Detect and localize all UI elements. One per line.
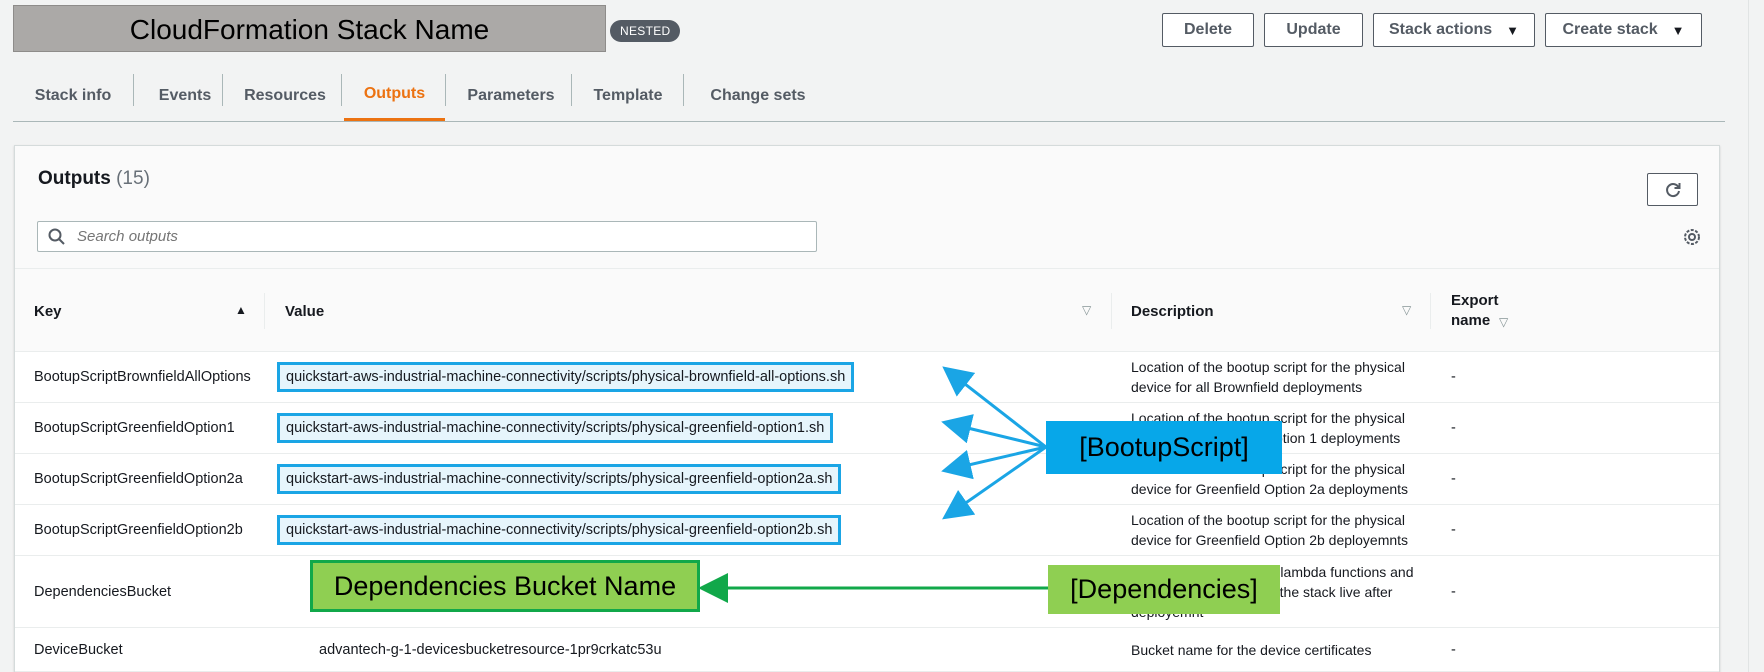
update-button-label: Update xyxy=(1286,21,1341,38)
refresh-button[interactable] xyxy=(1647,173,1698,206)
tab-resources[interactable]: Resources xyxy=(223,70,347,121)
caret-down-icon: ▼ xyxy=(1506,22,1520,38)
column-export-label-line2: name xyxy=(1451,312,1491,329)
tab-label: Resources xyxy=(244,86,326,104)
cell-value[interactable]: quickstart-aws-industrial-machine-connec… xyxy=(277,413,834,443)
table-row: BootupScriptGreenfieldOption1 quickstart… xyxy=(15,403,1719,454)
search-input[interactable] xyxy=(77,228,777,245)
cell-export-name: - xyxy=(1451,369,1456,385)
cell-value[interactable]: advantech-g-1-devicesbucketresource-1pr9… xyxy=(319,628,662,671)
tab-label: Events xyxy=(158,86,212,104)
table-row: DeviceBucket advantech-g-1-devicesbucket… xyxy=(15,628,1719,672)
tab-change-sets[interactable]: Change sets xyxy=(684,70,832,121)
cloudformation-outputs-page: CloudFormation Stack Name NESTED Delete … xyxy=(0,0,1764,672)
nested-badge: NESTED xyxy=(610,20,681,42)
cell-value[interactable]: quickstart-aws-industrial-machine-connec… xyxy=(277,464,842,494)
outputs-heading: Outputs (15) xyxy=(38,168,150,190)
cell-key: DependenciesBucket xyxy=(34,583,172,600)
description-line: device for all Brownfield deployments xyxy=(1131,379,1363,395)
table-row: DependenciesBucket S3 bucket where all t… xyxy=(15,556,1719,628)
cell-key: BootupScriptGreenfieldOption2b xyxy=(34,522,243,538)
description-line: Location of the bootup script for the ph… xyxy=(1131,512,1405,528)
column-header-key[interactable]: Key xyxy=(34,269,62,353)
sort-toggle-icon[interactable]: ▽ xyxy=(1082,303,1091,317)
outputs-title: Outputs xyxy=(38,168,111,189)
create-stack-dropdown[interactable]: Create stack ▼ xyxy=(1545,13,1702,47)
cell-value[interactable]: quickstart-aws-industrial-machine-connec… xyxy=(277,362,855,392)
sort-toggle-icon[interactable]: ▽ xyxy=(1499,315,1508,329)
bootupscript-callout: [BootupScript] xyxy=(1046,421,1282,474)
table-row: BootupScriptGreenfieldOption2b quickstar… xyxy=(15,505,1719,556)
table-row: BootupScriptBrownfieldAllOptions quickst… xyxy=(15,352,1719,403)
description-line: device for Greenfield Option 2a deployme… xyxy=(1131,481,1409,497)
column-divider xyxy=(1111,293,1112,329)
dependencies-callout: [Dependencies] xyxy=(1048,565,1280,614)
tab-label: Change sets xyxy=(710,86,806,104)
cell-export-name: - xyxy=(1451,641,1456,658)
cell-key: BootupScriptBrownfieldAllOptions xyxy=(34,369,251,385)
column-header-description[interactable]: Description xyxy=(1131,269,1214,353)
description-line: Location of the bootup script for the ph… xyxy=(1131,359,1405,375)
outputs-table-header: Key ▲ Value ▽ Description ▽ Export name … xyxy=(15,268,1719,352)
search-icon xyxy=(48,228,65,245)
create-stack-label: Create stack xyxy=(1562,21,1658,38)
delete-button[interactable]: Delete xyxy=(1162,13,1254,47)
cell-export-name: - xyxy=(1451,471,1456,487)
tab-stack-info[interactable]: Stack info xyxy=(13,70,133,121)
tab-label: Outputs xyxy=(363,85,426,102)
column-export-label-line1: Export xyxy=(1451,292,1499,309)
cell-description: Location of the bootup script for the ph… xyxy=(1131,352,1461,402)
dependencies-bucket-callout: Dependencies Bucket Name xyxy=(310,560,700,612)
search-outputs-field[interactable] xyxy=(37,221,817,252)
column-key-label: Key xyxy=(34,302,62,320)
gear-icon[interactable] xyxy=(1681,226,1703,248)
cell-export-name: - xyxy=(1451,583,1456,600)
update-button[interactable]: Update xyxy=(1264,13,1363,47)
tab-outputs[interactable]: Outputs xyxy=(344,70,445,121)
delete-button-label: Delete xyxy=(1183,21,1233,38)
stack-tabs: Stack info Events Resources Outputs Para… xyxy=(13,70,1725,122)
refresh-icon xyxy=(1665,182,1680,197)
cell-key: BootupScriptGreenfieldOption1 xyxy=(34,420,235,436)
cell-key: DeviceBucket xyxy=(34,641,123,658)
cell-value[interactable]: quickstart-aws-industrial-machine-connec… xyxy=(277,515,842,545)
column-header-value[interactable]: Value xyxy=(285,269,324,353)
cell-description: Bucket name for the device certificates xyxy=(1131,641,1372,658)
caret-down-icon: ▼ xyxy=(1671,22,1685,38)
tab-label: Stack info xyxy=(34,86,112,104)
tab-parameters[interactable]: Parameters xyxy=(446,70,576,121)
page-scrollbar[interactable] xyxy=(1748,0,1764,672)
tab-label: Parameters xyxy=(467,86,555,104)
column-description-label: Description xyxy=(1131,302,1214,320)
column-value-label: Value xyxy=(285,302,325,320)
sort-ascending-icon[interactable]: ▲ xyxy=(235,303,247,317)
stack-name-placeholder: CloudFormation Stack Name xyxy=(13,5,606,52)
tab-events[interactable]: Events xyxy=(134,70,236,121)
cell-key: BootupScriptGreenfieldOption2a xyxy=(34,471,243,487)
cell-description: Location of the bootup script for the ph… xyxy=(1131,505,1461,555)
cell-export-name: - xyxy=(1451,522,1456,538)
cell-export-name: - xyxy=(1451,420,1456,436)
column-header-export-name[interactable]: Export name xyxy=(1451,269,1499,353)
outputs-count: (15) xyxy=(116,168,150,189)
stack-actions-label: Stack actions xyxy=(1388,21,1493,38)
tab-label: Template xyxy=(593,86,663,104)
tab-divider xyxy=(341,74,342,106)
sort-toggle-icon[interactable]: ▽ xyxy=(1402,303,1411,317)
stack-actions-dropdown[interactable]: Stack actions ▼ xyxy=(1373,13,1535,47)
column-divider xyxy=(264,293,265,329)
outputs-panel: Outputs (15) Key ▲ xyxy=(14,145,1720,672)
table-row: BootupScriptGreenfieldOption2a quickstar… xyxy=(15,454,1719,505)
column-divider xyxy=(1430,293,1431,329)
tab-template[interactable]: Template xyxy=(572,70,684,121)
description-line: device for Greenfield Option 2b deployem… xyxy=(1131,532,1409,548)
